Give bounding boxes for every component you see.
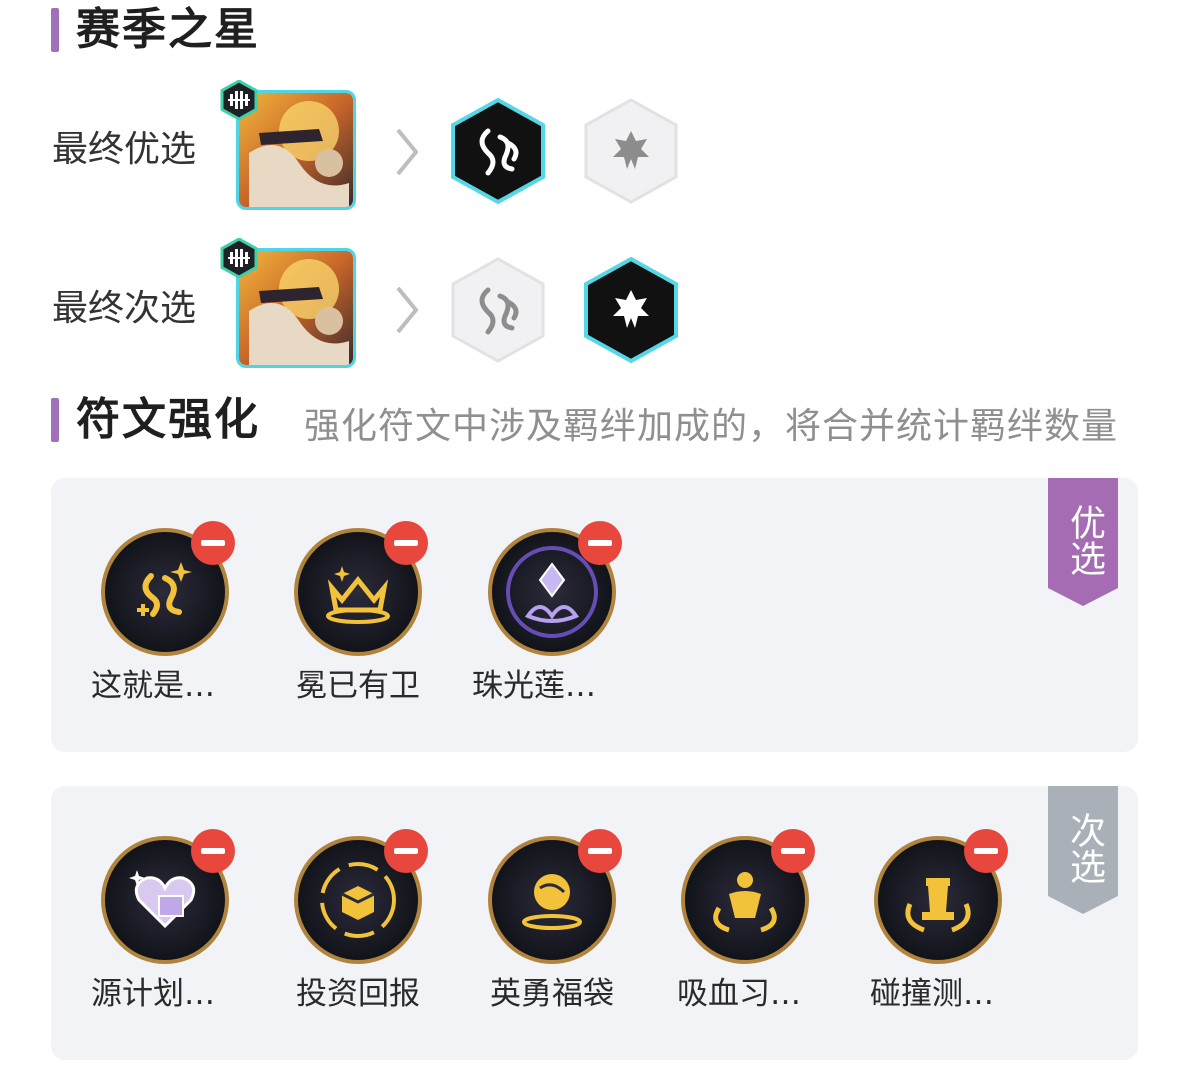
trait-hex-burst-inactive-icon[interactable] — [581, 97, 681, 205]
secondary-tag: 次选 — [1048, 786, 1118, 914]
trait-badge-icon — [219, 237, 259, 279]
rune-item[interactable]: 这就是… — [70, 520, 260, 710]
remove-icon[interactable] — [577, 520, 623, 566]
rune-item[interactable]: 投资回报 — [263, 828, 453, 1018]
rune-name: 珠光莲… — [472, 668, 596, 704]
rune-item[interactable]: 英勇福袋 — [457, 828, 647, 1018]
section-accent-bar — [51, 8, 59, 52]
preferred-tag-text: 优选 — [1064, 504, 1105, 576]
remove-icon[interactable] — [383, 520, 429, 566]
rune-item[interactable]: 吸血习… — [650, 828, 840, 1018]
rune-name: 吸血习… — [677, 976, 801, 1012]
section-title-season-star: 赛季之星 — [76, 4, 260, 55]
rune-name: 投资回报 — [296, 976, 420, 1012]
chevron-right-icon — [396, 286, 419, 334]
row-label-final-secondary: 最终次选 — [52, 288, 197, 329]
remove-icon[interactable] — [383, 828, 429, 874]
remove-icon[interactable] — [577, 828, 623, 874]
section-subtitle: 强化符文中涉及羁绊加成的，将合并统计羁绊数量 — [304, 406, 1119, 447]
rune-item[interactable]: 冕已有卫 — [263, 520, 453, 710]
rune-name: 冕已有卫 — [296, 668, 420, 704]
section-title-rune-enhance: 符文强化 — [76, 394, 260, 445]
trait-badge-icon — [219, 79, 259, 121]
rune-name: 碰撞测… — [870, 976, 994, 1012]
rune-item[interactable]: 碰撞测… — [843, 828, 1033, 1018]
rune-item[interactable]: 珠光莲… — [457, 520, 647, 710]
rune-name: 源计划… — [91, 976, 215, 1012]
rune-name: 英勇福袋 — [490, 976, 614, 1012]
remove-icon[interactable] — [963, 828, 1009, 874]
remove-icon[interactable] — [770, 828, 816, 874]
trait-hex-music-active-icon[interactable] — [448, 97, 548, 205]
row-label-final-preferred: 最终优选 — [52, 129, 197, 170]
trait-hex-burst-active-icon[interactable] — [581, 256, 681, 364]
chevron-right-icon — [396, 128, 419, 176]
rune-item[interactable]: 源计划… — [70, 828, 260, 1018]
remove-icon[interactable] — [190, 828, 236, 874]
section-accent-bar — [51, 398, 59, 442]
trait-hex-music-inactive-icon[interactable] — [448, 256, 548, 364]
remove-icon[interactable] — [190, 520, 236, 566]
rune-name: 这就是… — [91, 668, 215, 704]
secondary-tag-text: 次选 — [1064, 812, 1105, 884]
preferred-tag: 优选 — [1048, 478, 1118, 606]
